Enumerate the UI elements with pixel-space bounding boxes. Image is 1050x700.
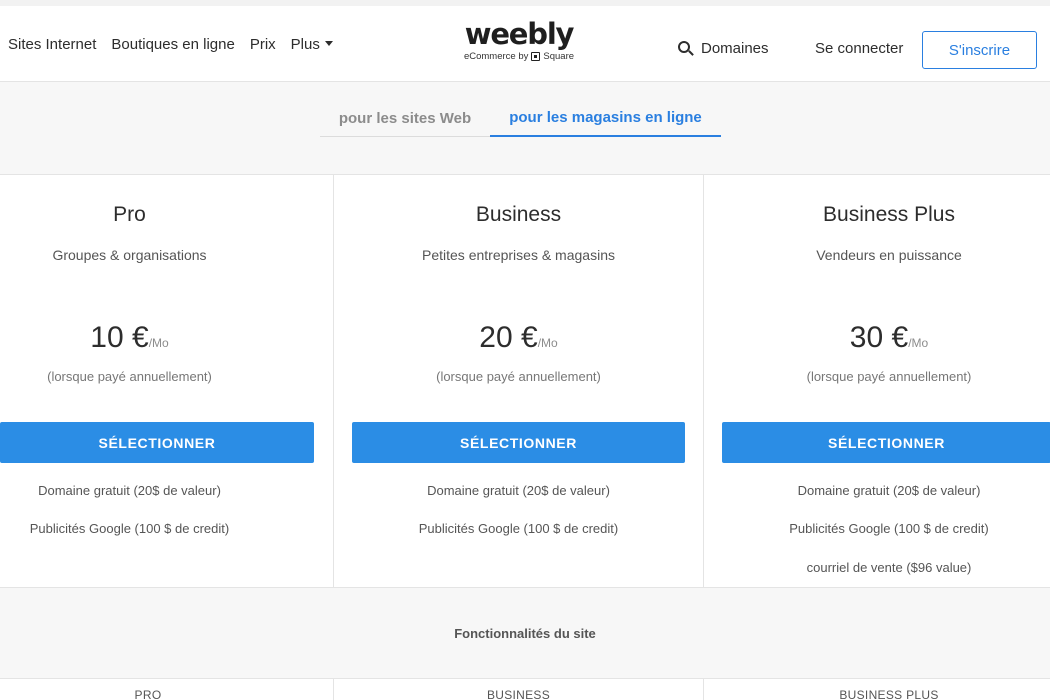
signup-button[interactable]: S'inscrire [922, 31, 1037, 69]
plan-card-business: Business Petites entreprises & magasins … [333, 175, 703, 587]
features-title: Fonctionnalités du site [454, 626, 596, 641]
search-icon [678, 40, 694, 57]
nav-link-boutiques-en-ligne[interactable]: Boutiques en ligne [111, 36, 234, 53]
features-plan-headers: PRO BUSINESS BUSINESS PLUS [0, 679, 1050, 700]
price-unit: /Mo [908, 336, 929, 350]
features-header-business: BUSINESS [333, 679, 703, 700]
price-unit: /Mo [148, 336, 169, 350]
nav-link-sites-internet[interactable]: Sites Internet [8, 36, 96, 53]
billing-note: (lorsque payé annuellement) [47, 369, 212, 384]
site-header: Sites Internet Boutiques en ligne Prix P… [0, 0, 1050, 82]
weebly-logo[interactable]: weebly eCommerce by Square [444, 18, 594, 62]
logo-tagline-brand: Square [543, 51, 575, 62]
plan-type-tabs: pour les sites Web pour les magasins en … [320, 99, 721, 137]
logo-wordmark: weebly [464, 17, 575, 51]
caret-down-icon [324, 40, 333, 46]
plan-feature: courriel de vente ($96 value) [806, 560, 972, 575]
nav-link-prix[interactable]: Prix [250, 36, 276, 53]
billing-note: (lorsque payé annuellement) [806, 369, 972, 384]
nav-link-plus[interactable]: Plus [291, 36, 333, 53]
price-amount: 30 € [849, 321, 909, 354]
plan-price: 20 €/Mo [334, 321, 703, 355]
domains-search-link[interactable]: Domaines [678, 40, 769, 57]
price-amount: 20 € [479, 321, 538, 354]
plan-feature: Domaine gratuit (20$ de valeur) [427, 483, 610, 498]
plan-card-pro: Pro Groupes & organisations 10 €/Mo (lor… [0, 175, 333, 587]
plan-description: Vendeurs en puissance [816, 247, 962, 263]
plan-feature: Publicités Google (100 $ de credit) [418, 521, 619, 536]
square-logo-icon [531, 52, 541, 61]
tab-online-stores[interactable]: pour les magasins en ligne [490, 99, 721, 137]
plan-name: Business [475, 203, 562, 226]
plan-price: 30 €/Mo [704, 321, 1050, 355]
features-header-pro: PRO [134, 688, 162, 700]
price-amount: 10 € [90, 321, 149, 354]
features-header-business-plus-label: BUSINESS PLUS [839, 688, 939, 700]
tab-websites[interactable]: pour les sites Web [320, 99, 490, 137]
plan-name: Pro [113, 203, 146, 226]
plan-feature: Publicités Google (100 $ de credit) [29, 521, 230, 536]
select-business-plus-button[interactable]: SÉLECTIONNER [722, 422, 1050, 463]
plan-description: Petites entreprises & magasins [422, 247, 615, 263]
main-nav: Sites Internet Boutiques en ligne Prix P… [8, 36, 333, 53]
domains-label: Domaines [701, 40, 769, 57]
select-business-button[interactable]: SÉLECTIONNER [352, 422, 685, 463]
site-features-section: Fonctionnalités du site [0, 588, 1050, 679]
plan-feature: Domaine gratuit (20$ de valeur) [797, 483, 981, 498]
plan-feature: Publicités Google (100 $ de credit) [789, 521, 989, 536]
plan-description: Groupes & organisations [52, 247, 207, 263]
select-pro-button[interactable]: SÉLECTIONNER [0, 422, 314, 463]
nav-link-plus-label: Plus [290, 36, 320, 53]
price-unit: /Mo [537, 336, 558, 350]
plan-feature: Domaine gratuit (20$ de valeur) [38, 483, 221, 498]
plan-name: Business Plus [823, 203, 955, 226]
login-link[interactable]: Se connecter [815, 40, 903, 57]
features-header-business-plus: BUSINESS PLUS [703, 679, 1050, 700]
pricing-plans: Pro Groupes & organisations 10 €/Mo (lor… [0, 175, 1050, 588]
plan-card-business-plus: Business Plus Vendeurs en puissance 30 €… [703, 175, 1050, 587]
plan-price: 10 €/Mo [0, 321, 296, 355]
billing-note: (lorsque payé annuellement) [436, 369, 601, 384]
logo-tagline: eCommerce by Square [444, 51, 594, 62]
logo-tagline-prefix: eCommerce by [463, 51, 529, 62]
plan-type-tabs-section: pour les sites Web pour les magasins en … [0, 82, 1050, 175]
